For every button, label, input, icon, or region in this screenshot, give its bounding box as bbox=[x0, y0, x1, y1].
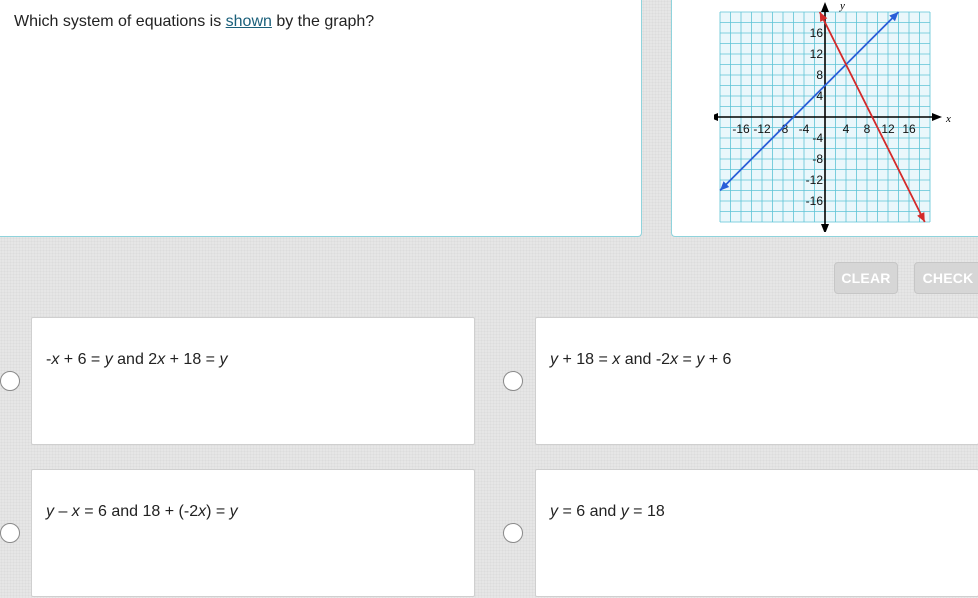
x-tick-label: 4 bbox=[843, 122, 850, 136]
choice-c-label: y – x = 6 and 18 + (-2x) = y bbox=[46, 503, 238, 520]
check-button[interactable]: CHECK bbox=[914, 262, 978, 294]
question-panel: Which system of equations is shown by th… bbox=[0, 0, 642, 237]
y-tick-label: -12 bbox=[806, 173, 824, 187]
y-tick-label: 16 bbox=[810, 26, 824, 40]
answer-choice-a[interactable]: -x + 6 = y and 2x + 18 = y bbox=[31, 317, 475, 445]
x-tick-label: -12 bbox=[753, 122, 771, 136]
y-axis-arrow-up bbox=[821, 2, 829, 12]
question-text-prefix: Which system of equations is bbox=[14, 13, 226, 30]
shown-link[interactable]: shown bbox=[226, 13, 272, 30]
choice-d-label: y = 6 and y = 18 bbox=[550, 503, 665, 520]
clear-button[interactable]: CLEAR bbox=[834, 262, 898, 294]
x-tick-label: 16 bbox=[902, 122, 916, 136]
answer-choice-d[interactable]: y = 6 and y = 18 bbox=[535, 469, 978, 597]
question-prompt: Which system of equations is shown by th… bbox=[14, 13, 374, 31]
y-tick-label: -16 bbox=[806, 194, 824, 208]
choice-a-label: -x + 6 = y and 2x + 18 = y bbox=[46, 351, 228, 368]
x-axis-label: x bbox=[945, 113, 951, 125]
y-tick-label: -4 bbox=[812, 131, 823, 145]
y-tick-label: 12 bbox=[810, 47, 824, 61]
y-tick-label: -8 bbox=[812, 152, 823, 166]
radio-choice-d[interactable] bbox=[503, 523, 523, 543]
x-axis-arrow-left bbox=[714, 113, 718, 121]
y-tick-label: 8 bbox=[816, 68, 823, 82]
choice-b-label: y + 18 = x and -2x = y + 6 bbox=[550, 351, 732, 368]
x-tick-label: 8 bbox=[864, 122, 871, 136]
radio-choice-c[interactable] bbox=[0, 523, 20, 543]
radio-choice-b[interactable] bbox=[503, 371, 523, 391]
x-tick-label: 12 bbox=[881, 122, 895, 136]
question-text-suffix: by the graph? bbox=[271, 13, 375, 30]
x-axis-arrow-right bbox=[932, 113, 942, 121]
x-tick-label: -4 bbox=[799, 122, 810, 136]
coordinate-graph: xy-16 -12 -8 -4 4 8 12 16161284-4-8-12-16 bbox=[714, 0, 951, 232]
radio-choice-a[interactable] bbox=[0, 371, 20, 391]
y-axis-label: y bbox=[839, 0, 845, 12]
x-tick-label: -16 bbox=[732, 122, 750, 136]
y-axis-arrow-down bbox=[821, 224, 829, 232]
answer-choice-c[interactable]: y – x = 6 and 18 + (-2x) = y bbox=[31, 469, 475, 597]
answer-choice-b[interactable]: y + 18 = x and -2x = y + 6 bbox=[535, 317, 978, 445]
